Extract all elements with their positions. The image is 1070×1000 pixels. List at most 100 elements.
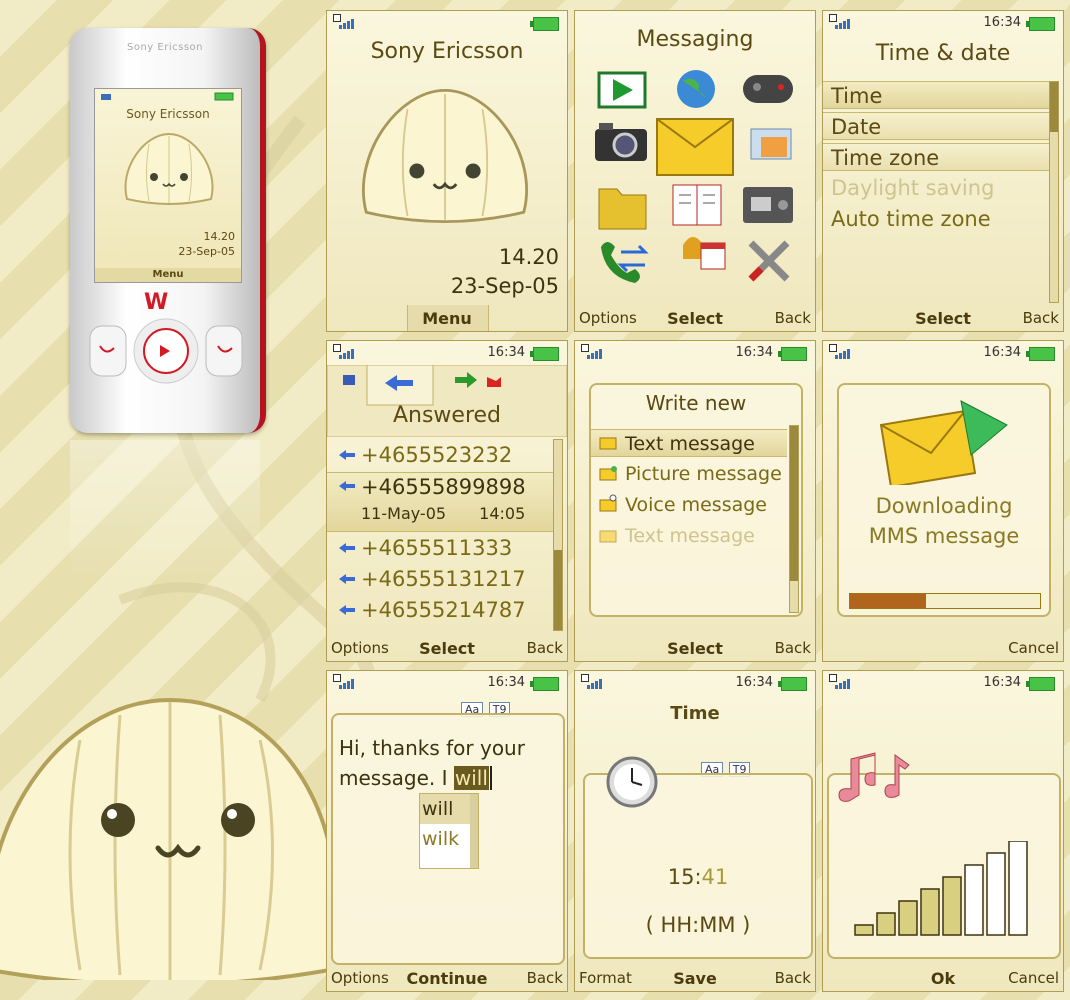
volume-bar	[876, 912, 896, 936]
phone-status-bar	[101, 92, 234, 101]
call-entry[interactable]: +4655511333	[327, 534, 559, 562]
scrollbar[interactable]	[553, 439, 563, 631]
list-item-daylight-saving[interactable]: Daylight saving	[823, 174, 1055, 202]
phone-screen: Sony Ericsson 14.20 23-Sep-05 Menu	[94, 88, 242, 283]
download-text: Downloading MMS message	[839, 491, 1049, 551]
battery-icon	[530, 17, 559, 31]
phonebook-icon[interactable]	[672, 184, 722, 226]
editor-textarea[interactable]: Hi, thanks for your message. I will will…	[331, 713, 565, 965]
volume-bars[interactable]	[853, 841, 1033, 937]
standby-title: Sony Ericsson	[370, 39, 524, 64]
list-item-time[interactable]: Time	[823, 81, 1055, 109]
t9-suggestions: will wilk	[419, 793, 479, 869]
list-item-date[interactable]: Date	[823, 112, 1055, 140]
screen-volume: 16:34 Ok Cancel	[822, 670, 1064, 992]
volume-bar	[942, 876, 962, 936]
status-bar: 16:34	[327, 671, 567, 693]
status-bar: 16:34	[327, 341, 567, 363]
games-controller-icon[interactable]	[743, 75, 793, 103]
list-item-time-zone[interactable]: Time zone	[823, 143, 1055, 171]
call-entry-selected[interactable]: +46555899898 11-May-05 14:05	[327, 472, 559, 532]
back-button[interactable]: Back	[775, 309, 811, 327]
editor-line-2: message. I will	[339, 763, 525, 793]
call-entry[interactable]: +4655523232	[327, 441, 559, 469]
screen-time-set: 16:34 Time Aa T9 15:41 ( HH:MM ) Format …	[574, 670, 816, 992]
scroll-thumb[interactable]	[1050, 82, 1058, 132]
softkeys: Menu	[327, 305, 567, 331]
scrollbar[interactable]	[789, 425, 799, 613]
back-button[interactable]: Back	[775, 969, 811, 987]
volume-bar	[854, 924, 874, 936]
screen-standby: Sony Ericsson 14.20 23-Sep-05 Menu	[326, 10, 568, 332]
answered-arrow-icons	[339, 450, 355, 615]
signal-icon	[829, 14, 851, 29]
messaging-envelope-icon[interactable]	[656, 118, 734, 176]
internet-globe-icon[interactable]	[677, 70, 715, 108]
battery-icon	[778, 347, 807, 361]
call-number: +46555899898	[361, 475, 526, 499]
status-bar	[327, 11, 567, 33]
music-notes-icon	[838, 752, 910, 802]
softkeys: Cancel	[823, 635, 1063, 661]
scrollbar[interactable]	[1049, 81, 1059, 303]
cancel-button[interactable]: Cancel	[1008, 969, 1059, 987]
signal-icon	[333, 14, 355, 29]
battery-icon	[1026, 17, 1055, 31]
call-time: 14:05	[479, 504, 526, 523]
menu-button[interactable]: Menu	[327, 309, 567, 328]
menu-item-voice-message[interactable]: Voice message	[591, 491, 787, 519]
call-date: 11-May-05	[361, 504, 447, 523]
radio-icon[interactable]	[743, 187, 793, 223]
menu-item-text-message[interactable]: Text message	[591, 429, 787, 457]
scroll-thumb[interactable]	[790, 426, 798, 581]
file-folder-icon[interactable]	[598, 188, 647, 230]
signal-icon	[581, 674, 603, 689]
write-new-panel: Write new Text message Picture message V…	[589, 383, 803, 617]
download-panel: Downloading MMS message	[837, 383, 1051, 617]
suggestion-scrollbar[interactable]	[470, 794, 478, 868]
call-entry[interactable]: +46555131217	[327, 565, 559, 593]
signal-icon	[333, 344, 355, 359]
call-entry[interactable]: +46555214787	[327, 596, 559, 624]
scroll-thumb[interactable]	[554, 550, 562, 630]
list-item-auto-time-zone[interactable]: Auto time zone	[823, 205, 1055, 233]
call-detail: 11-May-05 14:05	[361, 501, 559, 527]
softkeys: Options Select Back	[575, 305, 815, 331]
back-button[interactable]: Back	[1023, 309, 1059, 327]
download-line-2: MMS message	[868, 524, 1020, 548]
status-bar: 16:34	[823, 11, 1063, 33]
alarm-calendar-icon[interactable]	[683, 237, 726, 270]
back-button[interactable]: Back	[527, 639, 563, 657]
editor-line-2-text: message. I	[339, 766, 454, 790]
signal-icon	[581, 344, 603, 359]
settings-tools-icon[interactable]	[748, 240, 790, 282]
bun-mascot-icon	[362, 88, 528, 223]
pictures-icon[interactable]	[750, 128, 792, 160]
download-line-1: Downloading	[875, 494, 1013, 518]
status-bar: 16:34	[575, 671, 815, 693]
tab-all-calls-icon[interactable]	[343, 375, 355, 385]
phone-keypad	[89, 318, 243, 384]
screen-write-new: 16:34 Write new Text message Picture mes…	[574, 340, 816, 662]
large-bun-mascot-icon	[0, 697, 330, 980]
tab-title: Answered	[392, 403, 502, 428]
bun-mascot-icon	[124, 132, 214, 205]
menu-title: Messaging	[636, 27, 754, 52]
volume-bar	[920, 888, 940, 936]
status-clock: 16:34	[983, 675, 1021, 690]
phone-time: 14.20	[203, 230, 236, 243]
screen-text-editor: 16:34 Aa T9 Hi, thanks for your message.…	[326, 670, 568, 992]
volume-bar	[986, 852, 1006, 936]
softkeys: Select Back	[823, 305, 1063, 331]
cancel-button[interactable]: Cancel	[1008, 639, 1059, 657]
battery-icon	[1026, 677, 1055, 691]
back-button[interactable]: Back	[775, 639, 811, 657]
back-button[interactable]: Back	[527, 969, 563, 987]
media-player-icon[interactable]	[597, 71, 647, 109]
camera-icon[interactable]	[595, 123, 647, 161]
menu-item-picture-message[interactable]: Picture message	[591, 460, 787, 488]
screen-main-menu: Messaging Options Select Back	[574, 10, 816, 332]
calls-icon[interactable]	[601, 242, 649, 283]
time-value[interactable]: 15:41	[585, 865, 811, 889]
menu-item-text-message-2[interactable]: Text message	[591, 522, 787, 550]
